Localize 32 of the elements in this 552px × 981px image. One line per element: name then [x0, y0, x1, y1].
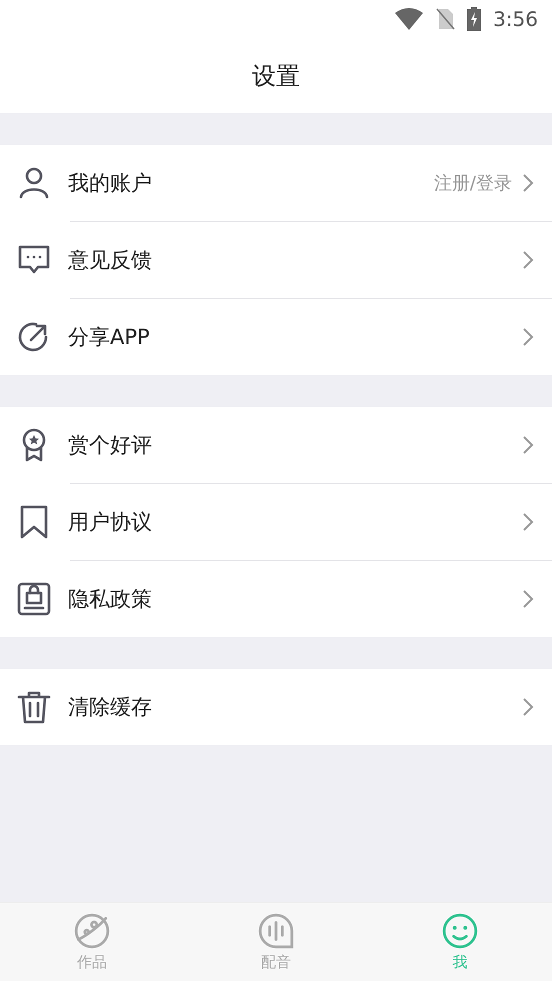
- settings-row[interactable]: 赏个好评: [0, 407, 552, 483]
- row-label: 赏个好评: [68, 432, 153, 459]
- settings-row[interactable]: 意见反馈: [0, 222, 552, 298]
- chevron-icon: [522, 173, 534, 193]
- row-label: 我的账户: [68, 170, 153, 197]
- settings-row[interactable]: 我的账户 注册/登录: [0, 145, 552, 221]
- settings-row[interactable]: 清除缓存: [0, 669, 552, 745]
- settings-row[interactable]: 用户协议: [0, 484, 552, 560]
- chevron-icon: [522, 512, 534, 532]
- lock-icon: [16, 581, 52, 617]
- row-label: 分享APP: [68, 324, 151, 351]
- chevron-icon: [522, 435, 534, 455]
- battery-icon: [467, 7, 482, 31]
- settings-row[interactable]: 分享APP: [0, 299, 552, 375]
- no-sim-icon: [435, 8, 456, 30]
- planet-icon: [73, 912, 111, 950]
- row-label: 用户协议: [68, 509, 153, 536]
- row-label: 清除缓存: [68, 694, 153, 721]
- row-label: 意见反馈: [68, 247, 153, 274]
- sound-wave-icon: [257, 912, 295, 950]
- chevron-icon: [522, 250, 534, 270]
- page-title: 设置: [252, 60, 300, 92]
- row-label: 隐私政策: [68, 586, 153, 613]
- smiley-icon: [441, 912, 479, 950]
- wifi-icon: [395, 8, 424, 30]
- trash-icon: [16, 689, 52, 725]
- chevron-icon: [522, 589, 534, 609]
- chevron-icon: [522, 327, 534, 347]
- chevron-icon: [522, 697, 534, 717]
- settings-row[interactable]: 隐私政策: [0, 561, 552, 637]
- row-value: 注册/登录: [434, 172, 512, 195]
- status-time: 3:56: [493, 7, 538, 31]
